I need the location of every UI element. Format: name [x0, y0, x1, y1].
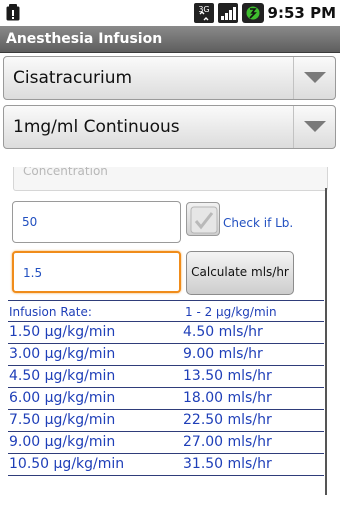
- table-divider: [8, 409, 324, 410]
- table-divider: [8, 365, 324, 366]
- weight-input[interactable]: 50: [12, 201, 181, 243]
- calculate-button-label: Calculate mls/hr: [191, 265, 289, 279]
- concentration-label: Concentration: [23, 167, 108, 178]
- dose-cell: 6.00 μg/kg/min: [9, 390, 116, 406]
- signal-strength-icon: [217, 3, 238, 23]
- rate-cell: 4.50 mls/hr: [183, 324, 263, 340]
- battery-icon: [241, 3, 264, 23]
- rate-cell: 9.00 mls/hr: [183, 346, 263, 362]
- drug-dropdown-arrow-icon[interactable]: [293, 57, 335, 99]
- check-icon: [190, 206, 218, 234]
- lb-checkbox-label: Check if Lb.: [223, 216, 294, 230]
- dose-cell: 4.50 μg/kg/min: [9, 368, 116, 384]
- table-divider: [8, 343, 324, 344]
- drug-spinner-value: Cisatracurium: [13, 68, 133, 88]
- results-header-right: 1 - 2 μg/kg/min: [185, 305, 277, 319]
- rate-input[interactable]: 1.5: [12, 251, 181, 293]
- network-3g-icon: 3G: [193, 3, 214, 23]
- table-divider: [8, 453, 324, 454]
- network-type-label: 3G: [198, 5, 209, 14]
- app-title: Anesthesia Infusion: [6, 31, 163, 47]
- calculate-button[interactable]: Calculate mls/hr: [186, 251, 294, 295]
- clock: 9:53 PM: [267, 4, 336, 22]
- table-divider: [8, 300, 324, 301]
- notification-icon: [6, 4, 20, 21]
- rate-input-value: 1.5: [23, 266, 43, 280]
- status-bar: 3G 9:53 PM: [0, 0, 340, 26]
- table-divider: [8, 387, 324, 388]
- status-icons: 3G 9:53 PM: [193, 2, 336, 24]
- lb-checkbox[interactable]: [186, 202, 220, 236]
- dose-cell: 9.00 μg/kg/min: [9, 434, 116, 450]
- rate-cell: 31.50 mls/hr: [183, 456, 272, 472]
- table-divider: [8, 475, 324, 476]
- dose-cell: 1.50 μg/kg/min: [9, 324, 116, 340]
- scrollbar[interactable]: [325, 188, 327, 495]
- rate-cell: 27.00 mls/hr: [183, 434, 272, 450]
- table-divider: [8, 321, 324, 322]
- rate-cell: 13.50 mls/hr: [183, 368, 272, 384]
- concentration-field[interactable]: Concentration: [13, 167, 328, 191]
- results-header-left: Infusion Rate:: [9, 305, 92, 319]
- rate-cell: 22.50 mls/hr: [183, 412, 272, 428]
- table-divider: [8, 431, 324, 432]
- weight-input-value: 50: [22, 215, 38, 229]
- dose-spinner[interactable]: 1mg/ml Continuous: [3, 105, 336, 149]
- dose-dropdown-arrow-icon[interactable]: [293, 106, 335, 148]
- dose-cell: 10.50 μg/kg/min: [9, 456, 125, 472]
- drug-spinner[interactable]: Cisatracurium: [3, 56, 336, 100]
- dose-spinner-value: 1mg/ml Continuous: [13, 117, 180, 137]
- title-bar: Anesthesia Infusion: [0, 26, 340, 53]
- dose-cell: 7.50 μg/kg/min: [9, 412, 116, 428]
- rate-cell: 18.00 mls/hr: [183, 390, 272, 406]
- dose-cell: 3.00 μg/kg/min: [9, 346, 116, 362]
